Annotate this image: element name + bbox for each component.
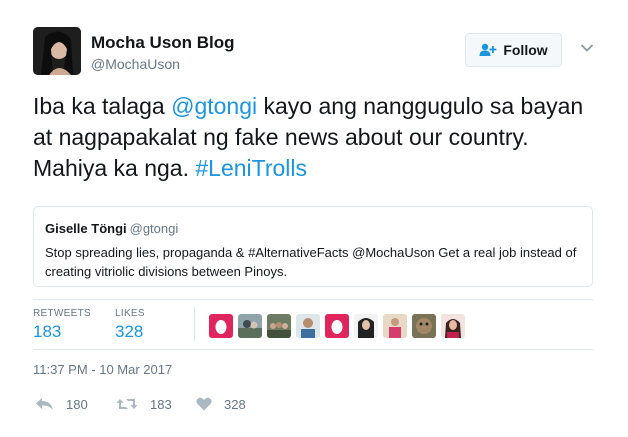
mention-link[interactable]: @gtongi xyxy=(171,93,257,119)
hashtag-link[interactable]: #LeniTrolls xyxy=(195,155,307,181)
like-count: 328 xyxy=(224,396,246,412)
like-button[interactable]: 328 xyxy=(196,394,246,414)
tweet-text: Iba ka talaga @gtongi kayo ang nanggugul… xyxy=(33,91,603,184)
author-handle[interactable]: @MochaUson xyxy=(91,56,180,72)
photo-avatar-icon xyxy=(238,314,262,338)
quoted-tweet-text: Stop spreading lies, propaganda & #Alter… xyxy=(45,245,577,279)
author-display-name[interactable]: Mocha Uson Blog xyxy=(91,33,235,53)
follow-button[interactable]: Follow xyxy=(465,33,562,67)
retweet-button[interactable]: 183 xyxy=(116,394,172,414)
liker-avatar[interactable] xyxy=(267,314,291,338)
likes-label: LIKES xyxy=(115,308,145,319)
author-avatar[interactable] xyxy=(33,27,81,75)
reply-button[interactable]: 180 xyxy=(35,394,88,414)
follow-button-label: Follow xyxy=(503,42,548,58)
tweet-text-segment: Iba ka talaga xyxy=(33,93,172,119)
photo-avatar-icon xyxy=(412,314,436,338)
egg-avatar-icon xyxy=(209,314,233,338)
liker-avatar[interactable] xyxy=(209,314,233,338)
reply-icon xyxy=(36,398,53,410)
tweet-timestamp[interactable]: 11:37 PM - 10 Mar 2017 xyxy=(33,362,172,377)
quoted-author-name: Giselle Töngi xyxy=(45,221,127,236)
liker-avatar[interactable] xyxy=(296,314,320,338)
divider xyxy=(33,299,593,300)
liker-avatar[interactable] xyxy=(325,314,349,338)
quoted-author-handle: @gtongi xyxy=(129,221,179,236)
likes-count[interactable]: 328 xyxy=(115,322,143,342)
stats-divider xyxy=(194,307,195,341)
reply-count: 180 xyxy=(66,396,88,412)
retweets-label: RETWEETS xyxy=(33,308,91,319)
retweet-icon xyxy=(116,399,138,409)
retweets-count[interactable]: 183 xyxy=(33,322,61,342)
photo-avatar-icon xyxy=(267,314,291,338)
liker-avatar[interactable] xyxy=(383,314,407,338)
person-add-icon xyxy=(479,43,497,56)
retweet-count: 183 xyxy=(150,396,172,412)
photo-avatar-icon xyxy=(441,314,465,338)
egg-avatar-icon xyxy=(325,314,349,338)
liker-avatar[interactable] xyxy=(354,314,378,338)
liker-avatar[interactable] xyxy=(238,314,262,338)
chevron-down-icon[interactable] xyxy=(580,43,594,53)
liker-avatar[interactable] xyxy=(412,314,436,338)
photo-avatar-icon xyxy=(296,314,320,338)
photo-avatar-icon xyxy=(354,314,378,338)
heart-icon xyxy=(196,397,212,411)
quoted-tweet[interactable]: Giselle Töngi @gtongi Stop spreading lies… xyxy=(33,206,593,287)
photo-avatar-icon xyxy=(383,314,407,338)
liker-avatar[interactable] xyxy=(441,314,465,338)
divider xyxy=(33,349,593,350)
